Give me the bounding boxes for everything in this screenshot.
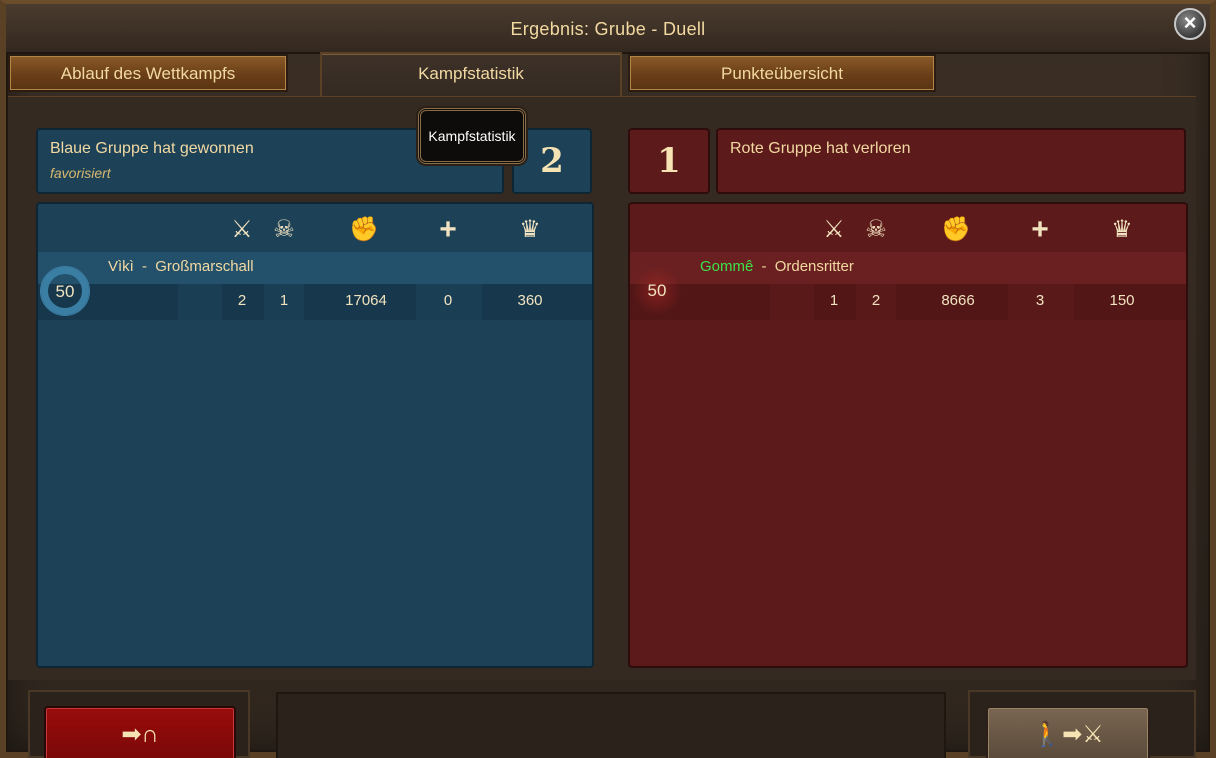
stat-deaths: 2 xyxy=(871,292,881,309)
crossed-swords-icon: ⚔ xyxy=(823,216,845,243)
red-team-header: Rote Gruppe hat verloren xyxy=(716,128,1186,194)
player-row[interactable]: 50 Gommê - Ordensritter 1 2 8666 3 150 xyxy=(630,252,1186,320)
stat-heal: 0 xyxy=(443,292,453,309)
tab-punkteuebersicht[interactable]: Punkteübersicht xyxy=(628,54,936,92)
column-icons-row: ⚔ ☠ ✊ + ♛ xyxy=(38,210,592,250)
red-team-result: Rote Gruppe hat verloren xyxy=(730,140,911,157)
crown-icon: ♛ xyxy=(1111,216,1133,243)
stat-points: 360 xyxy=(517,292,543,309)
red-team-score: 1 xyxy=(628,128,710,194)
player-rank: Ordensritter xyxy=(774,258,854,275)
tab-kampfstatistik[interactable]: Kampfstatistik xyxy=(320,52,622,96)
tab-bar: Ablauf des Wettkampfs Kampfstatistik Pun… xyxy=(6,52,1200,96)
crossed-swords-icon: ⚔ xyxy=(231,216,253,243)
stat-damage: 17064 xyxy=(345,292,387,309)
blue-team-subtitle: favorisiert xyxy=(50,165,111,181)
player-rank: Großmarschall xyxy=(155,258,254,275)
red-team-panel: ⚔ ☠ ✊ + ♛ 50 Gommê - Ordensritter 1 2 86… xyxy=(628,202,1188,668)
level-badge: 50 xyxy=(40,266,90,316)
player-row[interactable]: 50 Vìkì - Großmarschall 2 1 17064 0 360 xyxy=(38,252,592,320)
window-title: Ergebnis: Grube - Duell xyxy=(6,4,1210,54)
leave-arena-button[interactable]: ➡∩ xyxy=(44,706,236,758)
blue-team-panel: ⚔ ☠ ✊ + ♛ 50 Vìkì - Großmarschall 2 1 17… xyxy=(36,202,594,668)
skull-icon: ☠ xyxy=(273,216,295,243)
plus-icon: + xyxy=(1031,213,1049,246)
player-nickname: Vìkì xyxy=(108,258,134,275)
column-icons-row: ⚔ ☠ ✊ + ♛ xyxy=(630,210,1186,250)
tab-ablauf[interactable]: Ablauf des Wettkampfs xyxy=(8,54,288,92)
level-badge: 50 xyxy=(632,266,682,316)
next-duel-button[interactable]: 🚶➡⚔ xyxy=(986,706,1150,758)
blue-team-result: Blaue Gruppe hat gewonnen xyxy=(50,140,254,157)
fist-icon: ✊ xyxy=(349,216,379,243)
player-name: Gommê - Ordensritter xyxy=(700,258,854,275)
player-name: Vìkì - Großmarschall xyxy=(108,258,254,275)
stat-points: 150 xyxy=(1109,292,1135,309)
plus-icon: + xyxy=(439,213,457,246)
close-icon[interactable]: × xyxy=(1174,8,1206,40)
player-nickname: Gommê xyxy=(700,258,754,275)
crown-icon: ♛ xyxy=(519,216,541,243)
skull-icon: ☠ xyxy=(865,216,887,243)
message-area xyxy=(276,692,946,758)
stat-heal: 3 xyxy=(1035,292,1045,309)
tooltip: Kampfstatistik xyxy=(418,108,526,164)
fist-icon: ✊ xyxy=(941,216,971,243)
stat-deaths: 1 xyxy=(279,292,289,309)
stat-damage: 8666 xyxy=(941,292,975,309)
